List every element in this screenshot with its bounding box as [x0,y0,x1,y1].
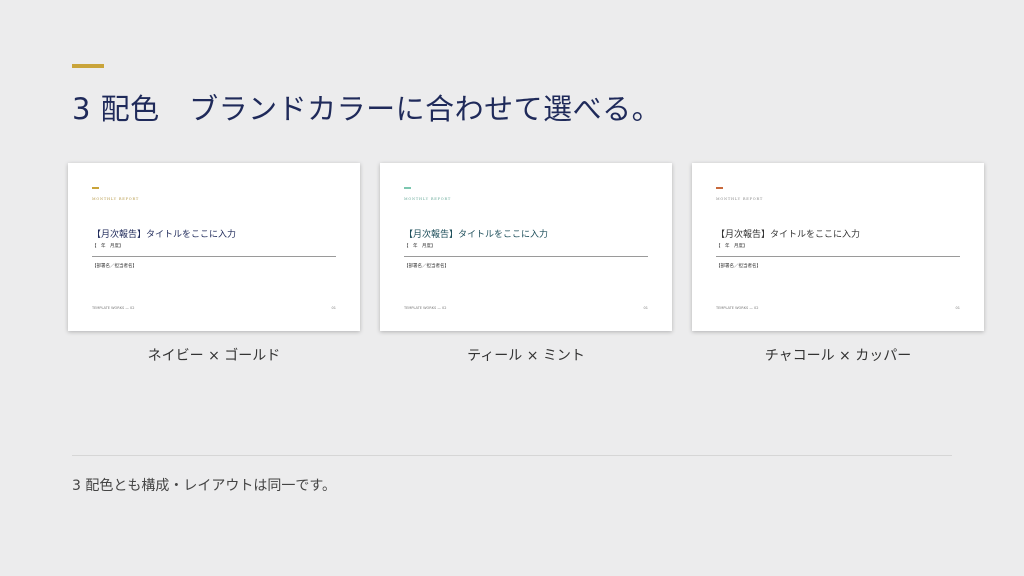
variant-caption: ティール × ミント [467,348,585,364]
card-title: 【月次報告】タイトルをここに入力 [92,230,237,240]
card-page-number: 01 [643,306,648,310]
card-label: MONTHLY REPORT [716,197,763,201]
card-page-number: 01 [955,306,960,310]
variant-caption: チャコール × カッパー [764,348,912,364]
section-divider [72,455,952,456]
card-label: MONTHLY REPORT [404,197,451,201]
card-accent-bar [716,187,723,189]
page-title: 3 配色 ブランドカラーに合わせて選べる。 [72,92,662,126]
card-title: 【月次報告】タイトルをここに入力 [404,230,549,240]
footnote: 3 配色とも構成・レイアウトは同一です。 [72,478,336,494]
variant-card-charcoal-copper[interactable]: MONTHLY REPORT 【月次報告】タイトルをここに入力 【 年 月度】 … [692,163,984,331]
card-divider [92,256,336,257]
card-date: 【 年 月度】 [404,244,436,249]
card-date: 【 年 月度】 [716,244,748,249]
variant-card-teal-mint[interactable]: MONTHLY REPORT 【月次報告】タイトルをここに入力 【 年 月度】 … [380,163,672,331]
card-department: 【部署名／担当者名】 [404,264,449,269]
card-date: 【 年 月度】 [92,244,124,249]
card-footer: TEMPLATE WORKS — 02 [92,306,135,310]
title-accent-bar [72,64,104,68]
card-department: 【部署名／担当者名】 [716,264,761,269]
card-accent-bar [404,187,411,189]
card-accent-bar [92,187,99,189]
card-footer: TEMPLATE WORKS — 02 [404,306,447,310]
card-label: MONTHLY REPORT [92,197,139,201]
card-department: 【部署名／担当者名】 [92,264,137,269]
card-footer: TEMPLATE WORKS — 02 [716,306,759,310]
card-page-number: 01 [331,306,336,310]
variant-caption: ネイビー × ゴールド [147,348,281,364]
card-divider [404,256,648,257]
card-divider [716,256,960,257]
card-title: 【月次報告】タイトルをここに入力 [716,230,861,240]
variant-card-navy-gold[interactable]: MONTHLY REPORT 【月次報告】タイトルをここに入力 【 年 月度】 … [68,163,360,331]
